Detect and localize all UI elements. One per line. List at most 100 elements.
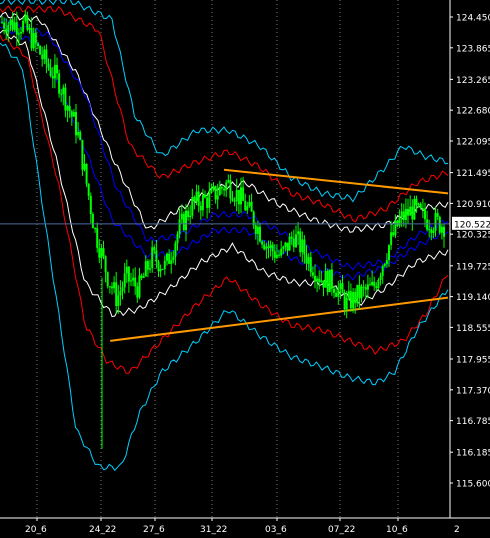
candle-body — [72, 112, 75, 117]
candle-body — [237, 189, 240, 205]
candle-body — [127, 266, 130, 282]
candle-body — [81, 140, 84, 170]
candle-body — [307, 257, 310, 264]
candle-body — [295, 234, 297, 248]
x-tick-label: 27_6 — [143, 525, 165, 535]
candle-body — [206, 197, 209, 208]
candle-body — [273, 251, 276, 258]
candle-body — [311, 272, 314, 276]
candle-body — [223, 188, 226, 191]
x-tick-label: 20_6 — [25, 525, 47, 535]
candle-body — [360, 286, 363, 299]
candle-body — [161, 268, 164, 270]
y-tick-label: 117.370 — [456, 386, 490, 396]
candle-body — [210, 188, 213, 193]
candle-body — [121, 287, 124, 292]
candle-body — [218, 186, 221, 196]
candle-body — [37, 43, 39, 46]
candle-body — [20, 31, 22, 34]
candle-body — [409, 206, 412, 216]
candle-body — [343, 293, 346, 310]
candle-body — [24, 15, 27, 21]
candle-body — [320, 280, 323, 283]
candle-body — [362, 286, 365, 288]
candle-body — [240, 187, 242, 205]
candle-body — [267, 246, 270, 248]
candle-body — [381, 265, 384, 276]
candle-body — [282, 246, 285, 249]
candle-body — [41, 54, 44, 60]
candle-body — [290, 236, 293, 239]
candle-body — [89, 195, 92, 214]
candle-body — [356, 284, 359, 304]
candle-body — [138, 275, 141, 298]
candle-body — [233, 200, 236, 202]
candle-body — [402, 211, 405, 220]
candle-body — [394, 220, 397, 236]
candle-body — [400, 211, 403, 217]
y-tick-label: 124.450 — [456, 14, 490, 24]
candle-body — [193, 197, 196, 202]
candle-body — [388, 245, 390, 261]
candle-body — [383, 263, 386, 266]
candle-body — [366, 284, 369, 290]
candle-body — [256, 226, 259, 234]
candle-body — [426, 219, 429, 230]
candle-body — [333, 288, 335, 293]
candle-body — [254, 225, 257, 234]
candle-body — [58, 73, 61, 94]
candle-body — [438, 216, 441, 233]
candle-body — [151, 247, 154, 269]
candle-body — [212, 186, 215, 189]
candle-body — [375, 286, 378, 288]
current-price-badge: 120.522 — [452, 216, 490, 230]
candle-body — [32, 33, 35, 49]
candle-body — [303, 239, 306, 255]
y-tick-label: 118.555 — [456, 324, 490, 334]
candle-body — [440, 226, 443, 233]
candle-body — [297, 231, 300, 235]
candle-body — [28, 28, 31, 30]
candle-body — [419, 203, 422, 209]
candle-body — [284, 242, 287, 247]
candle-body — [176, 234, 179, 244]
candle-body — [111, 286, 113, 289]
y-tick-label: 123.865 — [456, 44, 490, 54]
candle-body — [77, 132, 80, 136]
candle-body — [115, 282, 118, 306]
candle-body — [9, 19, 12, 26]
y-tick-label: 121.495 — [456, 169, 490, 179]
candle-body — [43, 49, 46, 60]
candle-body — [242, 187, 245, 201]
candle-body — [39, 46, 42, 55]
candle-body — [271, 244, 274, 252]
candle-body — [191, 197, 194, 216]
candle-body — [51, 75, 54, 79]
y-tick-label: 120.910 — [456, 200, 490, 210]
candle-body — [157, 261, 160, 272]
candle-body — [1, 22, 3, 24]
candle-body — [443, 226, 445, 237]
candle-body — [335, 292, 338, 297]
candle-body — [434, 213, 437, 231]
candle-body — [390, 232, 393, 246]
candle-body — [269, 244, 272, 248]
candle-body — [168, 253, 171, 264]
candle-body — [3, 22, 6, 29]
candle-body — [199, 205, 202, 211]
candle-body — [125, 266, 128, 274]
candle-body — [369, 284, 371, 286]
x-tick-label: 03_6 — [265, 525, 287, 535]
candle-body — [60, 93, 63, 95]
y-tick-label: 120.325 — [456, 231, 490, 241]
candle-body — [204, 194, 206, 198]
y-tick-label: 119.725 — [456, 262, 490, 272]
candle-body — [398, 217, 401, 226]
candle-body — [280, 248, 283, 256]
candle-body — [96, 228, 99, 248]
candle-body — [30, 28, 33, 49]
candle-body — [15, 22, 18, 35]
candle-body — [415, 198, 418, 206]
candle-body — [178, 219, 181, 234]
price-chart[interactable]: 124.450 123.865 123.265 122.680 122.095 121.4… — [0, 0, 490, 538]
